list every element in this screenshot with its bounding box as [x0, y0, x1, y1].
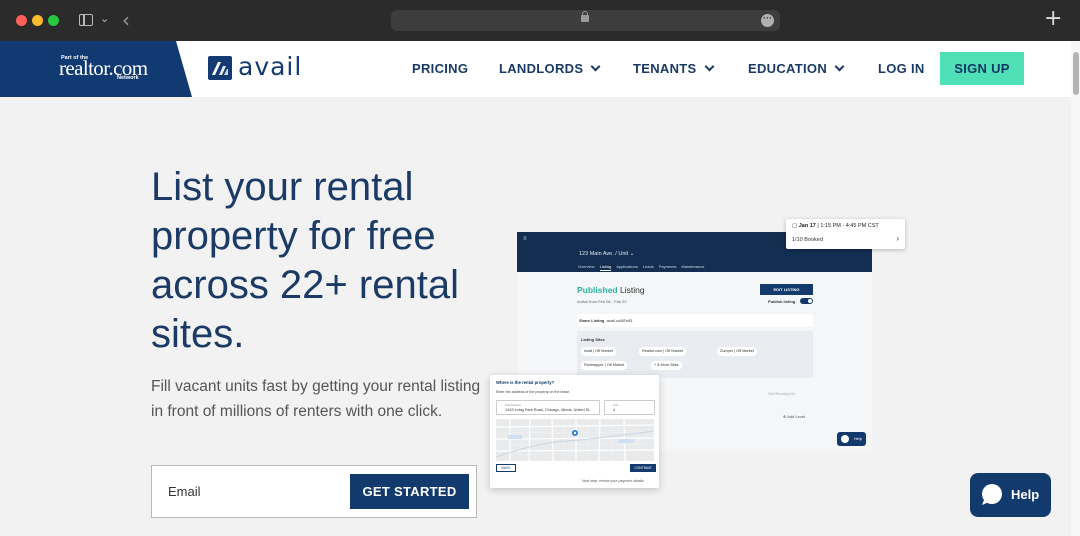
- mockup-tab: Payments: [658, 264, 677, 269]
- showing-calendar-card: ▢ Jan 17 | 1:15 PM - 4:45 PM CST 1/10 Bo…: [786, 219, 905, 249]
- maximize-window-button[interactable]: [48, 15, 59, 26]
- get-started-button[interactable]: GET STARTED: [350, 474, 469, 509]
- more-icon[interactable]: ···: [761, 14, 774, 27]
- close-window-button[interactable]: [16, 15, 27, 26]
- email-input[interactable]: [168, 484, 348, 499]
- new-tab-icon[interactable]: +: [1044, 8, 1062, 30]
- modal-back-button: BACK: [496, 464, 516, 472]
- published-listing-heading: Published Listing: [577, 285, 645, 295]
- share-code: avail.co/8Fs93: [606, 318, 633, 323]
- site-chip: + 8 More Sites: [651, 361, 682, 370]
- partner-post-text: Network: [117, 75, 139, 81]
- email-signup-form: GET STARTED: [151, 465, 477, 518]
- chevron-down-icon: [590, 61, 601, 72]
- add-level-link: ⊕ Add Level: [783, 414, 806, 419]
- listing-sites-title: Listing Sites: [581, 337, 605, 342]
- site-chip: Zumper | Off Market: [717, 347, 757, 356]
- mockup-tab: Overview: [578, 264, 595, 269]
- site-header: Part of the realtor.com Network avail PR…: [0, 41, 1080, 97]
- site-chip: Realtor.com | Off Market: [639, 347, 687, 356]
- chevron-right-icon: ›: [896, 234, 899, 243]
- booked-count: 1/10 Booked: [792, 237, 823, 243]
- showing-time-range: | 1:15 PM - 4:45 PM CST: [817, 223, 879, 229]
- address-bar[interactable]: ···: [391, 10, 780, 31]
- realtor-partner-logo[interactable]: Part of the realtor.com Network: [0, 41, 192, 97]
- mockup-address: 123 Main Ave. / Unit ⌄: [579, 251, 635, 257]
- nav-tenants[interactable]: TENANTS: [633, 61, 714, 76]
- site-chip: Padmapper | Off Market: [581, 361, 628, 370]
- address-field: Unit Address 1243 Irving Park Road, Chic…: [496, 400, 600, 415]
- mockup-tab: Leads: [642, 264, 654, 269]
- chevron-down-icon: [834, 61, 845, 72]
- scrollbar-thumb[interactable]: [1073, 52, 1079, 95]
- address-field-label: Unit Address: [505, 403, 521, 407]
- login-link[interactable]: LOG IN: [878, 61, 925, 76]
- minimize-window-button[interactable]: [32, 15, 43, 26]
- mockup-tab: Maintenance: [681, 264, 705, 269]
- site-chip: Avail | Off Market: [581, 347, 616, 356]
- nav-landlords[interactable]: LANDLORDS: [499, 61, 601, 76]
- hero-title: List your rental property for free acros…: [151, 165, 459, 356]
- chat-bubble-icon: [982, 484, 1002, 505]
- nav-education[interactable]: EDUCATION: [748, 61, 845, 76]
- mockup-help-button: Help: [837, 432, 866, 446]
- share-listing-row: Share Listing avail.co/8Fs93: [577, 314, 813, 327]
- showing-date: Jan 17: [798, 223, 816, 229]
- hero-subtitle: Fill vacant units fast by getting your r…: [151, 378, 481, 420]
- next-step-text: Next step: review your payment details: [582, 479, 644, 483]
- avail-logo-icon[interactable]: [208, 56, 232, 80]
- nav-pricing[interactable]: PRICING: [412, 61, 468, 76]
- mockup-tab-active: Listing: [599, 264, 612, 271]
- unit-field: Unit 4: [604, 400, 655, 415]
- mockup-tab: Applications: [616, 264, 638, 269]
- help-button[interactable]: Help: [970, 473, 1051, 517]
- modal-subtitle: Enter the address of the property on the…: [496, 390, 571, 394]
- listing-sites-panel: Listing Sites Avail | Off Market Realtor…: [577, 331, 813, 378]
- listing-word: Listing: [620, 285, 645, 295]
- lock-icon: [581, 11, 589, 22]
- nav-landlords-label: LANDLORDS: [499, 61, 584, 76]
- publish-listing-label: Publish listing: [768, 299, 796, 304]
- faint-label: Self Showing Info: [768, 392, 796, 396]
- unit-field-value: 4: [613, 408, 616, 412]
- map-preview: [496, 419, 654, 461]
- published-word: Published: [577, 285, 618, 295]
- chevron-down-icon: [704, 61, 714, 72]
- help-label: Help: [1011, 487, 1040, 502]
- unit-field-label: Unit: [613, 403, 618, 407]
- share-label: Share Listing: [579, 318, 605, 323]
- modal-continue-button: CONTINUE: [630, 464, 656, 472]
- sidebar-icon[interactable]: [79, 14, 93, 26]
- signup-button[interactable]: SIGN UP: [940, 52, 1024, 85]
- showing-time: ▢ Jan 17 | 1:15 PM - 4:45 PM CST: [792, 223, 879, 229]
- publish-toggle: [800, 298, 813, 304]
- back-icon[interactable]: ‹: [122, 8, 130, 32]
- browser-chrome: ⌄ ‹ ··· +: [0, 0, 1080, 41]
- nav-education-label: EDUCATION: [748, 61, 828, 76]
- chevron-down-icon[interactable]: ⌄: [100, 12, 109, 25]
- modal-title: Where is the rental property?: [496, 380, 555, 385]
- scrollbar-track[interactable]: [1071, 41, 1080, 536]
- address-modal: Where is the rental property? Enter the …: [490, 375, 659, 488]
- address-field-value: 1243 Irving Park Road, Chicago, Illinois…: [505, 408, 593, 412]
- active-dates: Active from Feb 06 - Feb 20: [577, 299, 627, 304]
- menu-icon: ≡: [523, 236, 527, 242]
- avail-logo-text[interactable]: avail: [238, 52, 302, 81]
- mockup-tabs: Overview Listing Applications Leads Payments…: [578, 264, 709, 271]
- edit-listing-button: EDIT LISTING: [760, 284, 813, 295]
- nav-tenants-label: TENANTS: [633, 61, 697, 76]
